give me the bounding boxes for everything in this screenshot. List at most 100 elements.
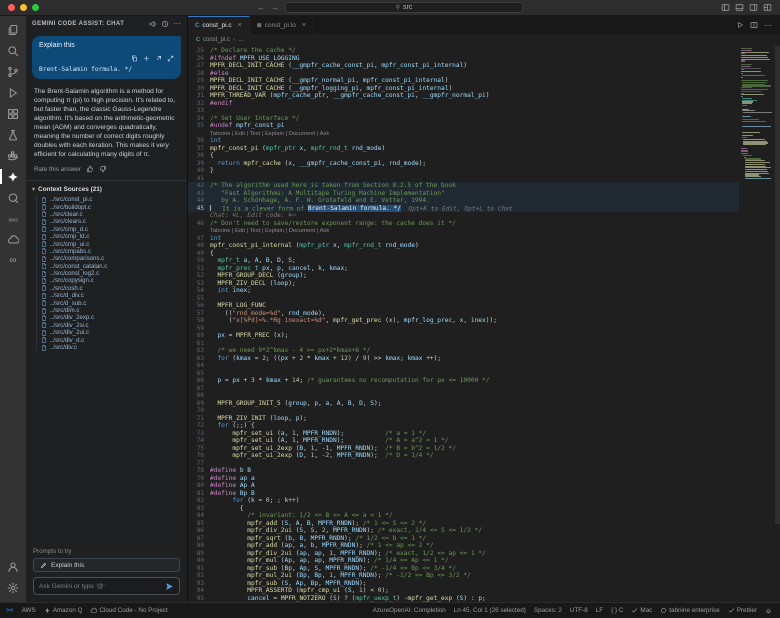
line-number[interactable]: 63 bbox=[188, 355, 210, 363]
line-number[interactable]: 72 bbox=[188, 422, 210, 430]
line-number[interactable]: 56 bbox=[188, 302, 210, 310]
tab-close-icon[interactable]: × bbox=[302, 22, 306, 29]
line-number[interactable]: 52 bbox=[188, 272, 210, 280]
context-source-item[interactable]: ../src/div_2si.c bbox=[26, 322, 187, 329]
code-line[interactable]: 77 bbox=[188, 460, 739, 468]
thumb-down-icon[interactable] bbox=[99, 165, 107, 173]
editor-tab-const_pi.lo[interactable]: ≣const_pi.lo× bbox=[250, 16, 314, 34]
line-number[interactable]: 70 bbox=[188, 407, 210, 415]
line-number[interactable]: 83 bbox=[188, 505, 210, 513]
line-number[interactable]: 76 bbox=[188, 452, 210, 460]
line-number[interactable]: 54 bbox=[188, 287, 210, 295]
line-number[interactable]: 66 bbox=[188, 377, 210, 385]
breadcrumb-segment[interactable]: const_pi.c bbox=[203, 37, 230, 43]
line-number[interactable]: 29 bbox=[188, 77, 210, 85]
code-line[interactable]: 44 by A. Schönhage, A. F. W. Grotefeld a… bbox=[188, 197, 739, 205]
line-number[interactable]: 60 bbox=[188, 332, 210, 340]
code-line[interactable]: 92 mpfr_mul_2ui (Bp, Bp, 1, MPFR_RNDN); … bbox=[188, 572, 739, 580]
more-icon[interactable]: ⋯ bbox=[764, 21, 772, 30]
code-line[interactable]: 29MPFR_DECL_INIT_CACHE (__gmpfr_normal_p… bbox=[188, 77, 739, 85]
activity-item-cloud[interactable] bbox=[0, 229, 26, 250]
context-source-item[interactable]: ../src/buildopt.c bbox=[26, 203, 187, 210]
line-number[interactable]: 35 bbox=[188, 122, 210, 130]
layout-bottom-icon[interactable] bbox=[735, 3, 744, 12]
history-back-icon[interactable]: ← bbox=[257, 4, 265, 12]
code-line[interactable]: 67 bbox=[188, 385, 739, 393]
maximize-window-button[interactable] bbox=[32, 4, 39, 11]
thumb-up-icon[interactable] bbox=[86, 165, 94, 173]
status-item-azureopenai-completion[interactable]: AzureOpenAI: Completion bbox=[373, 607, 446, 614]
breadcrumb-segment[interactable]: … bbox=[238, 37, 244, 43]
code-line[interactable]: 84 /* invariant: 1/2 <= B <= A <= a < 1 … bbox=[188, 512, 739, 520]
code-line[interactable]: 59 bbox=[188, 325, 739, 333]
code-line[interactable]: 41 bbox=[188, 175, 739, 183]
activity-item-gemini[interactable] bbox=[0, 166, 26, 187]
line-number[interactable]: 43 bbox=[188, 190, 210, 198]
line-number[interactable]: 58 bbox=[188, 317, 210, 325]
send-icon[interactable] bbox=[165, 582, 174, 591]
context-source-item[interactable]: ../src/copysign.c bbox=[26, 277, 187, 284]
line-number[interactable]: 42 bbox=[188, 182, 210, 190]
expand-icon[interactable] bbox=[167, 55, 174, 62]
code-line[interactable]: 71 MPFR_ZIV_INIT (loop, p); bbox=[188, 415, 739, 423]
line-number[interactable]: 47 bbox=[188, 235, 210, 243]
code-content[interactable]: 25/* Declare the cache */26#ifndef MPFR_… bbox=[188, 46, 739, 602]
activity-item-infinity[interactable]: ∞ bbox=[0, 250, 26, 271]
code-line[interactable]: 30MPFR_DECL_INIT_CACHE (__gmpfr_logging_… bbox=[188, 85, 739, 93]
code-line[interactable]: 28#else bbox=[188, 70, 739, 78]
line-number[interactable]: 85 bbox=[188, 520, 210, 528]
code-line[interactable]: 95 cancel = MPFR_NOTZERO (S) ? (mpfr_uex… bbox=[188, 595, 739, 603]
code-line[interactable]: 70 bbox=[188, 407, 739, 415]
line-number[interactable]: 33 bbox=[188, 107, 210, 115]
line-number[interactable]: 79 bbox=[188, 475, 210, 483]
line-number[interactable]: 50 bbox=[188, 257, 210, 265]
activity-item-extensions[interactable] bbox=[0, 103, 26, 124]
line-number[interactable]: 84 bbox=[188, 512, 210, 520]
line-number[interactable]: 68 bbox=[188, 392, 210, 400]
code-line[interactable]: 54 int inex; bbox=[188, 287, 739, 295]
external-icon[interactable] bbox=[155, 55, 162, 62]
code-line[interactable]: 55 bbox=[188, 295, 739, 303]
line-number[interactable]: 30 bbox=[188, 85, 210, 93]
activity-item-files[interactable] bbox=[0, 19, 26, 40]
code-line[interactable]: 47int bbox=[188, 235, 739, 243]
context-source-item[interactable]: ../src/clears.c bbox=[26, 218, 187, 225]
code-line[interactable]: 78#define b B bbox=[188, 467, 739, 475]
line-number[interactable]: 44 bbox=[188, 197, 210, 205]
line-number[interactable]: 78 bbox=[188, 467, 210, 475]
code-line[interactable]: 88 mpfr_add (ap, a, b, MPFR_RNDN); /* 1 … bbox=[188, 542, 739, 550]
code-line[interactable]: 50 mpfr_t a, A, B, D, S; bbox=[188, 257, 739, 265]
line-number[interactable] bbox=[188, 227, 210, 235]
play-icon[interactable] bbox=[736, 21, 744, 29]
activity-item-account[interactable] bbox=[0, 556, 26, 577]
editor-scrollbar[interactable] bbox=[775, 46, 780, 602]
line-number[interactable]: 91 bbox=[188, 565, 210, 573]
status-item-aws[interactable]: AWS bbox=[22, 607, 36, 614]
code-line[interactable]: 37mpfr_const_pi (mpfr_ptr x, mpfr_rnd_t … bbox=[188, 145, 739, 153]
status-item-amazon-q[interactable]: Amazon Q bbox=[44, 607, 83, 614]
code-line[interactable]: 79#define ap a bbox=[188, 475, 739, 483]
line-number[interactable]: 51 bbox=[188, 265, 210, 273]
clock-icon[interactable] bbox=[161, 20, 169, 28]
code-line[interactable]: 56 MPFR_LOG_FUNC bbox=[188, 302, 739, 310]
chat-scroll-area[interactable]: Explain this Brent-Salamin formula. */ T… bbox=[26, 32, 187, 602]
codelens-row[interactable]: Tabnine | Edit | Test | Explain | Docume… bbox=[188, 227, 739, 235]
line-number[interactable]: 38 bbox=[188, 152, 210, 160]
line-number[interactable]: 28 bbox=[188, 70, 210, 78]
code-line[interactable]: 65 bbox=[188, 370, 739, 378]
code-line[interactable]: 83 { bbox=[188, 505, 739, 513]
line-number[interactable] bbox=[188, 212, 210, 220]
code-line[interactable]: 72 for (;;) { bbox=[188, 422, 739, 430]
code-line[interactable]: 42/* The algorithm used here is taken fr… bbox=[188, 182, 739, 190]
status-item-c[interactable]: { } C bbox=[611, 607, 623, 614]
status-item-icon[interactable]: >< bbox=[6, 607, 14, 614]
line-number[interactable]: 77 bbox=[188, 460, 210, 468]
line-number[interactable]: 88 bbox=[188, 542, 210, 550]
code-line[interactable]: 64 bbox=[188, 362, 739, 370]
line-number[interactable]: 55 bbox=[188, 295, 210, 303]
code-line[interactable]: 60 px = MPFR_PREC (x); bbox=[188, 332, 739, 340]
code-line[interactable]: 51 mpfr_prec_t px, p, cancel, k, kmax; bbox=[188, 265, 739, 273]
layout-right-icon[interactable] bbox=[749, 3, 758, 12]
code-line[interactable]: 73 mpfr_set_ui (a, 1, MPFR_RNDN); /* a =… bbox=[188, 430, 739, 438]
code-line[interactable]: 63 for (kmax = 2; ((px + 2 * kmax + 12) … bbox=[188, 355, 739, 363]
